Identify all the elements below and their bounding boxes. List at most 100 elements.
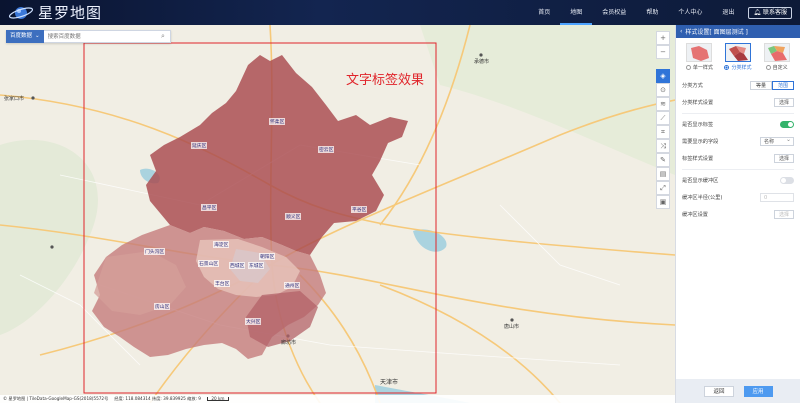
panel-header: ‹ 样式设置[ 面图层测试 ] xyxy=(676,25,800,38)
district-label: 怀柔区 xyxy=(269,118,286,125)
district-label: 朝阳区 xyxy=(259,253,276,260)
map-toolbar: + − ◈ ⊙ ≋ ⟋ ⌗ ⤨ ✎ ▤ ⤢ ▣ xyxy=(656,31,670,209)
label-style-label: 标签样式设置 xyxy=(682,156,714,162)
classify-option-range[interactable]: 范围 xyxy=(771,81,794,90)
crop-button[interactable]: ⌗ xyxy=(656,125,670,139)
nav-user-center[interactable]: 个人中心 xyxy=(668,0,712,25)
layers-icon: ≋ xyxy=(660,100,666,108)
app-logo[interactable]: 星罗地图 xyxy=(8,3,102,22)
classify-style-label: 分类样式设置 xyxy=(682,100,714,106)
place-label: 廊坊市 xyxy=(281,340,297,346)
district-label: 通州区 xyxy=(284,282,301,289)
buffer-radius-label: 缓冲区半径(公里) xyxy=(682,195,723,201)
label-field-label: 需要显示的字段 xyxy=(682,139,719,145)
district-label: 海淀区 xyxy=(213,241,230,248)
zoom-out-button[interactable]: − xyxy=(656,45,670,59)
town-dot xyxy=(31,96,35,100)
district-label: 丰台区 xyxy=(214,280,231,287)
export-button[interactable]: ▣ xyxy=(656,195,670,209)
contact-support-button[interactable]: 🔔︎ 联系客服 xyxy=(748,6,792,19)
search-input[interactable] xyxy=(43,31,156,42)
fullscreen-button[interactable]: ⤢ xyxy=(656,181,670,195)
edit-button[interactable]: ✎ xyxy=(656,153,670,167)
show-label-row: 是否显示标签 xyxy=(676,116,800,133)
district-label: 大兴区 xyxy=(245,318,262,325)
table-icon: ▤ xyxy=(659,170,667,178)
show-label-toggle[interactable] xyxy=(780,121,794,128)
district-label: 石景山区 xyxy=(198,260,220,267)
crop-icon: ⌗ xyxy=(661,127,665,136)
zoom-in-button[interactable]: + xyxy=(656,31,670,45)
district-label: 顺义区 xyxy=(285,213,302,220)
classify-method-row: 分类方式 等量 范围 xyxy=(676,77,800,94)
custom-style-thumbnail xyxy=(763,43,790,62)
district-label: 西城区 xyxy=(229,262,246,269)
map-canvas[interactable]: 文字标签效果 怀柔区 延庆区 密云区 昌平区 顺义区 平谷区 门头沟区 海淀区 … xyxy=(0,25,675,403)
district-label: 门头沟区 xyxy=(144,248,166,255)
table-button[interactable]: ▤ xyxy=(656,167,670,181)
buffer-style-row: 缓冲区设置 选择 xyxy=(676,206,800,223)
style-icon: ◈ xyxy=(660,72,666,80)
ruler-icon: ⟋ xyxy=(660,113,666,122)
divider xyxy=(682,169,794,170)
route-button[interactable]: ⤨ xyxy=(656,139,670,153)
base-map xyxy=(0,25,675,403)
layer-style-button[interactable]: ◈ xyxy=(656,69,670,83)
buffer-radius-input[interactable]: 0 xyxy=(760,193,794,202)
top-navigation-bar: 星罗地图 首页 地图 会员权益 帮助 个人中心 退出 🔔︎ 联系客服 xyxy=(0,0,800,25)
main-nav: 首页 地图 会员权益 帮助 个人中心 退出 🔔︎ 联系客服 xyxy=(528,0,800,25)
style-option-label: 自定义 xyxy=(772,65,788,71)
district-label: 延庆区 xyxy=(191,142,208,149)
classify-style-select-button[interactable]: 选择 xyxy=(773,98,794,107)
radio-custom[interactable] xyxy=(765,65,771,70)
buffer-style-label: 缓冲区设置 xyxy=(682,212,708,218)
show-buffer-label: 是否显示缓冲区 xyxy=(682,178,719,184)
panel-title: 样式设置[ 面图层测试 ] xyxy=(685,29,748,36)
nav-map[interactable]: 地图 xyxy=(560,0,593,25)
chevron-down-icon: ⌄ xyxy=(35,32,40,39)
show-label-label: 是否显示标签 xyxy=(682,122,714,128)
style-settings-panel: ‹ 样式设置[ 面图层测试 ] 单一样式 分类样式 自定义 分类方式 等量 范围 xyxy=(675,25,800,403)
back-arrow-icon[interactable]: ‹ xyxy=(680,28,682,35)
divider xyxy=(682,113,794,114)
nav-home[interactable]: 首页 xyxy=(528,0,560,25)
town-dot xyxy=(50,245,54,249)
edit-icon: ✎ xyxy=(660,156,666,164)
nav-logout[interactable]: 退出 xyxy=(712,0,744,25)
scale-bar: 20 km xyxy=(206,396,229,401)
label-field-select[interactable]: 名称 xyxy=(760,136,794,146)
planet-logo-icon xyxy=(8,4,34,22)
apply-button[interactable]: 应用 xyxy=(743,385,773,397)
data-source-dropdown[interactable]: 百度数据 ⌄ xyxy=(6,29,44,43)
style-option-single[interactable]: 单一样式 xyxy=(683,43,715,71)
measure-button[interactable]: ⟋ xyxy=(656,111,670,125)
buffer-style-select-button[interactable]: 选择 xyxy=(773,210,794,219)
district-label: 密云区 xyxy=(318,146,335,153)
place-label: 张家口市 xyxy=(4,96,25,102)
search-icon[interactable]: ⌕ xyxy=(156,32,170,41)
layers-button[interactable]: ≋ xyxy=(656,97,670,111)
cursor-coordinates: 经度: 118.084314 纬度: 39.839925 缩放: 9 xyxy=(114,396,201,401)
panel-footer: 返回 应用 xyxy=(676,379,800,403)
single-style-thumbnail xyxy=(686,43,713,62)
place-label: 唐山市 xyxy=(504,324,520,330)
radio-single[interactable] xyxy=(685,65,691,70)
classify-option-equal[interactable]: 等量 xyxy=(749,81,772,90)
show-buffer-toggle[interactable] xyxy=(780,177,794,184)
label-style-select-button[interactable]: 选择 xyxy=(773,154,794,163)
place-label: 天津市 xyxy=(380,379,399,386)
town-dot xyxy=(479,53,483,57)
show-buffer-row: 是否显示缓冲区 xyxy=(676,172,800,189)
label-style-row: 标签样式设置 选择 xyxy=(676,150,800,167)
style-option-custom[interactable]: 自定义 xyxy=(761,43,793,71)
label-field-row: 需要显示的字段 名称 xyxy=(676,133,800,150)
nav-membership[interactable]: 会员权益 xyxy=(592,0,636,25)
classify-style-row: 分类样式设置 选择 xyxy=(676,94,800,111)
location-button[interactable]: ⊙ xyxy=(656,83,670,97)
image-icon: ▣ xyxy=(659,198,667,206)
radio-classified[interactable] xyxy=(724,65,730,70)
back-button[interactable]: 返回 xyxy=(704,385,734,397)
style-option-classified[interactable]: 分类样式 xyxy=(722,43,754,71)
nav-help[interactable]: 帮助 xyxy=(636,0,668,25)
district-label: 平谷区 xyxy=(351,206,368,213)
